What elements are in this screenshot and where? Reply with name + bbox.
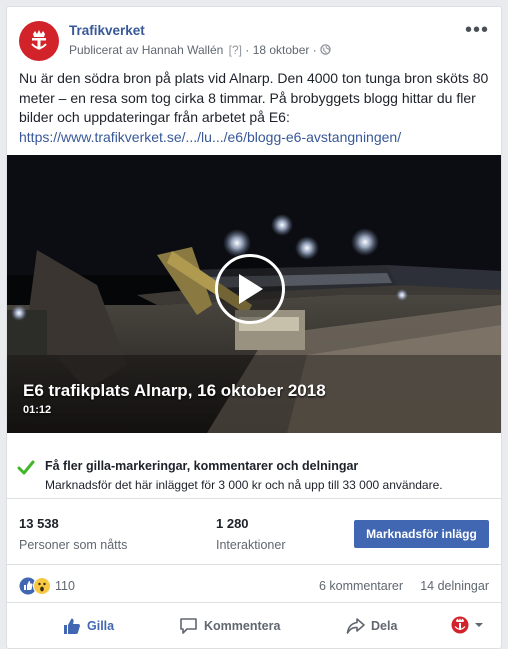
- reach-value: 13 538: [19, 516, 59, 531]
- like-button[interactable]: Gilla: [63, 614, 114, 638]
- check-icon: [17, 460, 35, 475]
- post-as-selector[interactable]: [451, 616, 485, 634]
- interactions-value: 1 280: [216, 516, 249, 531]
- share-label: Dela: [371, 619, 398, 633]
- comment-icon: [180, 618, 197, 634]
- post-header: Trafikverket Publicerat av Hannah Wallén…: [19, 19, 489, 63]
- post-text: Nu är den södra bron på plats vid Alnarp…: [19, 69, 489, 147]
- caret-down-icon: [475, 623, 483, 627]
- video-title: E6 trafikplats Alnarp, 16 oktober 2018: [23, 381, 326, 400]
- play-icon: [239, 274, 263, 304]
- trafikverket-logo-icon: [31, 30, 47, 50]
- reaction-count[interactable]: 110: [55, 579, 75, 593]
- meta-separator: ·: [312, 43, 317, 57]
- comments-count-link[interactable]: 6 kommentarer: [319, 579, 403, 593]
- promote-post-button[interactable]: Marknadsför inlägg: [354, 520, 489, 548]
- comment-label: Kommentera: [204, 619, 281, 633]
- meta-separator: ·: [245, 43, 250, 57]
- like-label: Gilla: [87, 619, 115, 633]
- comment-button[interactable]: Kommentera: [179, 614, 280, 638]
- reaction-icons[interactable]: [19, 577, 53, 595]
- action-bar: Gilla Kommentera Dela: [7, 604, 501, 648]
- globe-icon[interactable]: [320, 44, 331, 55]
- video-player[interactable]: E6 trafikplats Alnarp, 16 oktober 2018 0…: [7, 155, 501, 433]
- blog-link[interactable]: https://www.trafikverket.se/.../lu.../e6…: [19, 129, 401, 145]
- post-meta: Publicerat av Hannah Wallén [?] · 18 okt…: [69, 43, 331, 57]
- share-button[interactable]: Dela: [346, 614, 397, 638]
- promotion-banner: Få fler gilla-markeringar, kommentarer o…: [7, 447, 501, 499]
- author-text: Publicerat av Hannah Wallén: [69, 43, 224, 57]
- interactions-label[interactable]: Interaktioner: [216, 538, 285, 552]
- thumbs-up-icon: [64, 618, 80, 634]
- page-name-link[interactable]: Trafikverket: [69, 23, 145, 38]
- post-date-link[interactable]: 18 oktober: [253, 43, 310, 57]
- promotion-title: Få fler gilla-markeringar, kommentarer o…: [45, 459, 359, 473]
- help-link[interactable]: [?]: [229, 43, 242, 57]
- promotion-subtitle: Marknadsför det här inlägget för 3 000 k…: [45, 478, 443, 492]
- post-card: Trafikverket Publicerat av Hannah Wallén…: [6, 6, 502, 649]
- post-insights: 13 538 Personer som nåtts 1 280 Interakt…: [7, 500, 501, 565]
- post-body: Nu är den södra bron på plats vid Alnarp…: [19, 70, 489, 125]
- trafikverket-logo-icon: [451, 616, 469, 634]
- reach-label[interactable]: Personer som nåtts: [19, 538, 127, 552]
- play-button[interactable]: [215, 254, 285, 324]
- video-duration: 01:12: [23, 404, 52, 416]
- wow-reaction-icon: [33, 577, 51, 595]
- share-icon: [346, 618, 365, 634]
- reactions-bar: 110 6 kommentarer 14 delningar: [7, 567, 501, 603]
- more-options-icon[interactable]: •••: [465, 20, 489, 40]
- page-avatar[interactable]: [19, 21, 59, 61]
- shares-count-link[interactable]: 14 delningar: [420, 579, 489, 593]
